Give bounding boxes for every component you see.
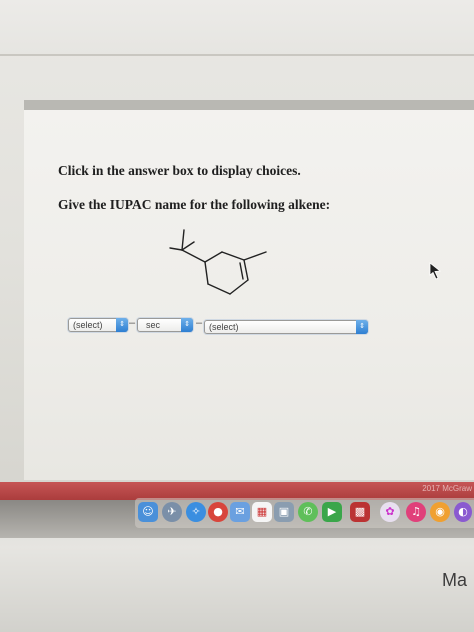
facetime-icon[interactable]: ▶ [322, 502, 342, 522]
bond-ring-4 [229, 279, 249, 295]
chevron-updown-icon: ⇕ [356, 320, 368, 334]
bond-ring-3 [243, 259, 249, 281]
mail-icon[interactable]: ✉ [230, 502, 250, 522]
books-icon[interactable]: ◉ [430, 502, 450, 522]
bond-ring-1 [204, 251, 223, 263]
alkene-structure [169, 229, 267, 295]
messages-icon[interactable]: ✆ [298, 502, 318, 522]
laptop-brand-text: Ma [442, 570, 468, 590]
middle-select-value: sec [146, 320, 161, 330]
bond-ring-6 [204, 261, 209, 285]
calendar-icon[interactable]: ▦ [252, 502, 272, 522]
photo-frame: Click in the answer box to display choic… [0, 0, 474, 632]
first-select-value: (select) [73, 320, 103, 330]
copyright-watermark: 2017 McGraw [422, 484, 472, 493]
chrome-icon[interactable]: ● [208, 502, 228, 522]
second-select-value: (select) [209, 322, 239, 332]
photos-icon[interactable]: ▣ [274, 502, 294, 522]
window-divider [0, 54, 474, 56]
launchpad-icon[interactable]: ✈ [162, 502, 182, 522]
bond-tbu-4 [181, 249, 206, 263]
bond-tbu-3 [181, 241, 195, 251]
middle-select[interactable]: sec ⇕ [137, 318, 193, 332]
finder-icon[interactable]: ☺ [138, 502, 158, 522]
itunes-icon[interactable]: ✿ [380, 502, 400, 522]
question-text: Give the IUPAC name for the following al… [58, 197, 331, 212]
instruction-text: Click in the answer box to display choic… [58, 163, 301, 178]
photo-booth-icon[interactable]: ▩ [350, 502, 370, 522]
window-top-area [0, 0, 474, 55]
chevron-updown-icon: ⇕ [181, 318, 193, 332]
app-icon[interactable]: ◐ [454, 502, 472, 522]
separator-dash: – [129, 317, 136, 329]
separator-dash: – [196, 317, 203, 329]
safari-icon[interactable]: ✧ [186, 502, 206, 522]
music-icon[interactable]: ♫ [406, 502, 426, 522]
bond-ring-5 [207, 283, 231, 295]
second-select[interactable]: (select) ⇕ [204, 320, 368, 334]
bond-tbu-1 [181, 229, 185, 251]
bond-ring-double [239, 262, 244, 280]
chevron-updown-icon: ⇕ [116, 318, 128, 332]
first-select[interactable]: (select) ⇕ [68, 318, 128, 332]
question-header-bar [24, 100, 474, 110]
mouse-pointer-icon [429, 262, 442, 280]
bond-methyl [243, 251, 267, 261]
bond-ring-2 [221, 251, 245, 261]
bond-tbu-2 [169, 247, 183, 251]
